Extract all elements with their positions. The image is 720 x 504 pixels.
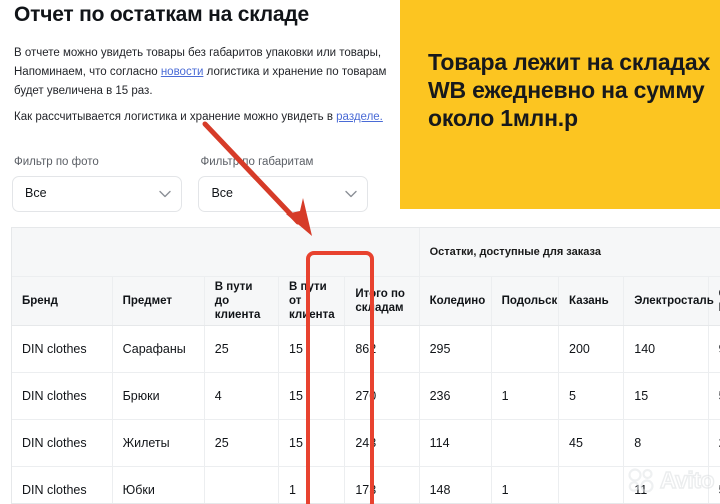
table-row: DIN clothes Жилеты 25 15 243 114 45 8 2 …: [12, 419, 720, 467]
col-header-item[interactable]: Предмет: [112, 276, 205, 326]
col-header-to-client[interactable]: В пути до клиента: [204, 276, 280, 326]
table-row: DIN clothes Брюки 4 15 270 236 1 5 15 5 …: [12, 372, 720, 420]
cell-koledino: 148: [419, 466, 492, 503]
cell-total: 173: [344, 466, 420, 503]
filter-photo-label: Фильтр по фото: [14, 156, 99, 168]
filter-photo-select[interactable]: Все: [12, 176, 182, 212]
cell-elektrostal: 15: [623, 372, 709, 420]
cell-item: Жилеты: [112, 419, 205, 467]
intro-line-3: будет увеличена в 15 раз.: [14, 85, 153, 97]
cell-to-client: 25: [204, 325, 280, 373]
filter-photo: Фильтр по фото Все: [12, 156, 182, 212]
cell-podolsk: [491, 419, 560, 467]
group-header-available: Остатки, доступные для заказа: [419, 228, 720, 277]
filter-dimensions-select[interactable]: Все: [198, 176, 369, 212]
cell-spb: 94: [708, 325, 720, 373]
intro-line-1: В отчете можно увидеть товары без габари…: [14, 47, 382, 59]
table-row: DIN clothes Юбки 1 173 148 1 11 5 3: [12, 466, 720, 503]
cell-item: Юбки: [112, 466, 205, 503]
cell-podolsk: 1: [491, 372, 560, 420]
cell-elektrostal: 8: [623, 419, 709, 467]
filter-dimensions-label: Фильтр по габаритам: [200, 156, 314, 168]
cell-koledino: 295: [419, 325, 492, 373]
col-header-elektrostal[interactable]: Электросталь: [623, 276, 714, 326]
filter-dimensions: Фильтр по габаритам Все: [198, 156, 369, 212]
filter-dimensions-value: Все: [211, 186, 233, 200]
cell-kazan: 5: [558, 372, 625, 420]
cell-to-client: 25: [204, 419, 280, 467]
table-header-row: Бренд Предмет В пути до клиента В пути о…: [12, 276, 720, 326]
col-header-brand[interactable]: Бренд: [12, 276, 113, 326]
intro-line-2-before: Напоминаем, что согласно: [14, 66, 161, 78]
cell-kazan: 45: [558, 419, 625, 467]
cell-kazan: [558, 466, 625, 503]
cell-spb: 2: [708, 419, 720, 467]
col-header-kazan[interactable]: Казань: [558, 276, 625, 326]
cell-from-client: 15: [278, 372, 346, 420]
screenshot-root: Отчет по остаткам на складе В отчете мож…: [0, 0, 720, 504]
group-header-blank: [12, 228, 420, 277]
chevron-down-icon: [345, 190, 358, 198]
promo-banner: Товара лежит на складах WB ежедневно на …: [400, 0, 720, 209]
cell-koledino: 114: [419, 419, 492, 467]
stock-table: Остатки, доступные для заказа Бренд Пред…: [11, 227, 720, 504]
col-header-podolsk[interactable]: Подольск: [491, 276, 560, 326]
col-header-total[interactable]: Итого по складам: [344, 276, 420, 326]
cell-podolsk: 1: [491, 466, 560, 503]
cell-to-client: 4: [204, 372, 280, 420]
cell-brand: DIN clothes: [12, 372, 113, 420]
cell-koledino: 236: [419, 372, 492, 420]
cell-from-client: 15: [278, 419, 346, 467]
cell-brand: DIN clothes: [12, 466, 113, 503]
cell-to-client: [204, 466, 280, 503]
cell-podolsk: [491, 325, 560, 373]
page-title: Отчет по остаткам на складе: [14, 3, 309, 26]
cell-total: 243: [344, 419, 420, 467]
cell-spb: 5: [708, 372, 720, 420]
table-group-header-row: Остатки, доступные для заказа: [12, 228, 720, 277]
cell-elektrostal: 11: [623, 466, 709, 503]
intro2-text: Как рассчитывается логистика и хранение …: [14, 111, 337, 123]
stock-table-grid: Остатки, доступные для заказа Бренд Пред…: [12, 228, 720, 503]
cell-spb: 5: [708, 466, 720, 503]
col-header-koledino[interactable]: Коледино: [419, 276, 492, 326]
section-link[interactable]: разделе.: [336, 111, 383, 123]
filter-photo-value: Все: [25, 186, 47, 200]
cell-total: 862: [344, 325, 420, 373]
cell-elektrostal: 140: [623, 325, 709, 373]
promo-text: Товара лежит на складах WB ежедневно на …: [428, 49, 711, 131]
cell-item: Брюки: [112, 372, 205, 420]
cell-total: 270: [344, 372, 420, 420]
cell-kazan: 200: [558, 325, 625, 373]
col-header-from-client[interactable]: В пути от клиента: [278, 276, 346, 326]
cell-brand: DIN clothes: [12, 325, 113, 373]
intro-line-2-after: логистика и хранение по товарам: [203, 66, 387, 78]
filters-row: Фильтр по фото Все Фильтр по габаритам В…: [12, 156, 369, 212]
chevron-down-icon: [159, 190, 171, 198]
cell-from-client: 1: [278, 466, 346, 503]
cell-from-client: 15: [278, 325, 346, 373]
table-row: DIN clothes Сарафаны 25 15 862 295 200 1…: [12, 325, 720, 373]
news-link[interactable]: новости: [161, 66, 204, 78]
cell-item: Сарафаны: [112, 325, 205, 373]
cell-brand: DIN clothes: [12, 419, 113, 467]
